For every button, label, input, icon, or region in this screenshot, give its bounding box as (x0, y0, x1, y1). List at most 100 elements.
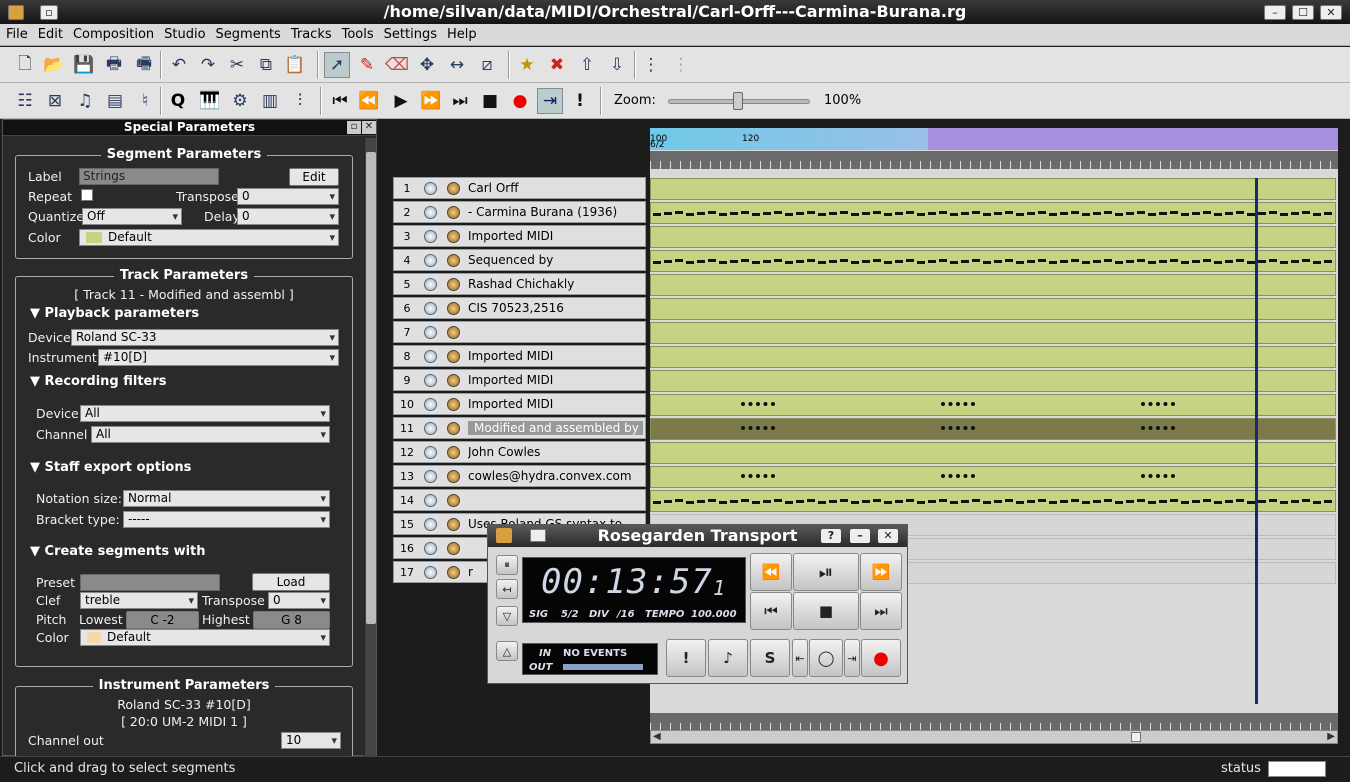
track-row[interactable]: 4 Sequenced by (393, 249, 646, 271)
zoom-in-icon[interactable]: ⋮ (638, 52, 664, 78)
horizontal-scrollbar[interactable]: ◀ ▶ (650, 730, 1338, 744)
track-name[interactable]: Carl Orff (468, 181, 643, 195)
notation-editor-icon[interactable]: ♫ (72, 88, 98, 114)
mute-led-icon[interactable] (424, 302, 437, 315)
new-file-icon[interactable]: 🗋 (12, 52, 38, 78)
tempo-ruler[interactable]: 100 120 6/2 (650, 128, 1338, 150)
zoom-out-icon[interactable]: ⋮ (668, 52, 694, 78)
mute-led-icon[interactable] (424, 422, 437, 435)
track-name[interactable]: John Cowles (468, 445, 643, 459)
label-field[interactable]: Strings (79, 168, 219, 185)
split-tool-icon[interactable]: ⧄ (474, 52, 500, 78)
mute-led-icon[interactable] (424, 566, 437, 579)
lowest-pitch-button[interactable]: C -2 (126, 611, 199, 629)
track-row[interactable]: 13 cowles@hydra.convex.com (393, 465, 646, 487)
clef-select[interactable]: treble (80, 592, 198, 609)
recording-filters-toggle[interactable]: ▼ Recording filters (30, 374, 167, 389)
horizontal-scrollbar-thumb[interactable] (1131, 732, 1141, 742)
draw-tool-icon[interactable]: ✎ (354, 52, 380, 78)
preset-field[interactable] (80, 574, 220, 591)
menu-tracks[interactable]: Tracks (285, 24, 336, 42)
event-list-icon[interactable]: ▤ (102, 88, 128, 114)
record-led-icon[interactable] (447, 326, 460, 339)
print-preview-icon[interactable]: 🖷 (131, 52, 157, 78)
record-led-icon[interactable] (447, 542, 460, 555)
transpose-select[interactable]: 0 (237, 188, 339, 205)
plugins-icon[interactable]: ⚙ (227, 88, 253, 114)
loop-set-start-icon[interactable]: ⇤ (792, 639, 808, 677)
cut-icon[interactable]: ✂ (224, 52, 250, 78)
record-led-icon[interactable] (447, 350, 460, 363)
staff-export-toggle[interactable]: ▼ Staff export options (30, 460, 191, 475)
record-icon[interactable]: ● (507, 88, 533, 114)
transport-rewind-icon[interactable]: ⏪ (750, 553, 792, 591)
track-row[interactable]: 7 (393, 321, 646, 343)
mute-led-icon[interactable] (424, 278, 437, 291)
segment[interactable] (650, 322, 1336, 344)
track-name[interactable]: Imported MIDI (468, 229, 643, 243)
track-name[interactable]: cowles@hydra.convex.com (468, 469, 643, 483)
playback-position-pointer[interactable] (1255, 178, 1258, 704)
rewind-to-start-icon[interactable]: ⏮ (327, 88, 353, 114)
transport-play-pause-icon[interactable]: ⏯ (793, 553, 859, 591)
instrument-select[interactable]: #10[D] (98, 349, 339, 366)
matrix-editor-icon[interactable]: ☷ (12, 88, 38, 114)
copy-icon[interactable]: ⧉ (253, 52, 279, 78)
move-track-down-icon[interactable]: ⇩ (604, 52, 630, 78)
transport-close-button[interactable]: ✕ (878, 529, 898, 543)
menu-composition[interactable]: Composition (67, 24, 158, 42)
segment[interactable] (650, 490, 1336, 512)
menu-tools[interactable]: Tools (336, 24, 378, 42)
minimize-button[interactable]: – (1264, 5, 1286, 20)
transport-collapse-icon[interactable]: ▽ (496, 606, 518, 626)
record-led-icon[interactable] (447, 566, 460, 579)
close-button[interactable]: ✕ (1320, 5, 1342, 20)
create-color-select[interactable]: Default (80, 629, 330, 646)
segment[interactable] (650, 346, 1336, 368)
transport-to-end-icon[interactable]: ⏭ (860, 592, 902, 630)
record-led-icon[interactable] (447, 470, 460, 483)
segment-color-select[interactable]: Default (79, 229, 339, 246)
stop-icon[interactable]: ■ (477, 88, 503, 114)
menu-edit[interactable]: Edit (32, 24, 67, 42)
playback-device-select[interactable]: Roland SC-33 (71, 329, 339, 346)
pitch-tracker-icon[interactable]: ♮ (132, 88, 158, 114)
mute-led-icon[interactable] (424, 518, 437, 531)
metronome-button[interactable]: ♪ (708, 639, 748, 677)
mute-led-icon[interactable] (424, 254, 437, 267)
redo-icon[interactable]: ↷ (195, 52, 221, 78)
channel-out-select[interactable]: 10 (281, 732, 341, 749)
erase-tool-icon[interactable]: ⌫ (384, 52, 410, 78)
track-row[interactable]: 10 Imported MIDI (393, 393, 646, 415)
loop-icon[interactable]: ⇥ (537, 88, 563, 114)
segment[interactable] (650, 202, 1336, 224)
delay-select[interactable]: 0 (237, 208, 339, 225)
solo-button[interactable]: S (750, 639, 790, 677)
transport-time-display[interactable]: 00:13:57 1 SIG 5/2 DIV /16 TEMPO 100.000 (522, 557, 746, 623)
mute-led-icon[interactable] (424, 398, 437, 411)
mute-led-icon[interactable] (424, 206, 437, 219)
panic-icon[interactable]: ! (567, 88, 593, 114)
transport-record-icon[interactable]: ● (861, 639, 901, 677)
track-row[interactable]: 2 - Carmina Burana (1936) (393, 201, 646, 223)
percussion-editor-icon[interactable]: ⊠ (42, 88, 68, 114)
segment[interactable] (650, 178, 1336, 200)
highest-pitch-button[interactable]: G 8 (253, 611, 330, 629)
delete-track-icon[interactable]: ✖ (544, 52, 570, 78)
transport-shade-icon[interactable] (530, 529, 546, 542)
segment[interactable] (650, 226, 1336, 248)
undo-icon[interactable]: ↶ (166, 52, 192, 78)
rewind-icon[interactable]: ⏪ (356, 88, 382, 114)
repeat-checkbox[interactable] (81, 189, 93, 201)
maximize-button[interactable]: ☐ (1292, 5, 1314, 20)
paste-icon[interactable]: 📋 (282, 52, 308, 78)
mute-led-icon[interactable] (424, 350, 437, 363)
mute-led-icon[interactable] (424, 446, 437, 459)
track-name[interactable]: Sequenced by (468, 253, 643, 267)
menu-help[interactable]: Help (441, 24, 481, 42)
quantize-select[interactable]: Off (82, 208, 182, 225)
transport-help-button[interactable]: ? (821, 529, 841, 543)
move-tool-icon[interactable]: ✥ (414, 52, 440, 78)
menu-file[interactable]: File (0, 24, 32, 42)
menu-studio[interactable]: Studio (158, 24, 209, 42)
